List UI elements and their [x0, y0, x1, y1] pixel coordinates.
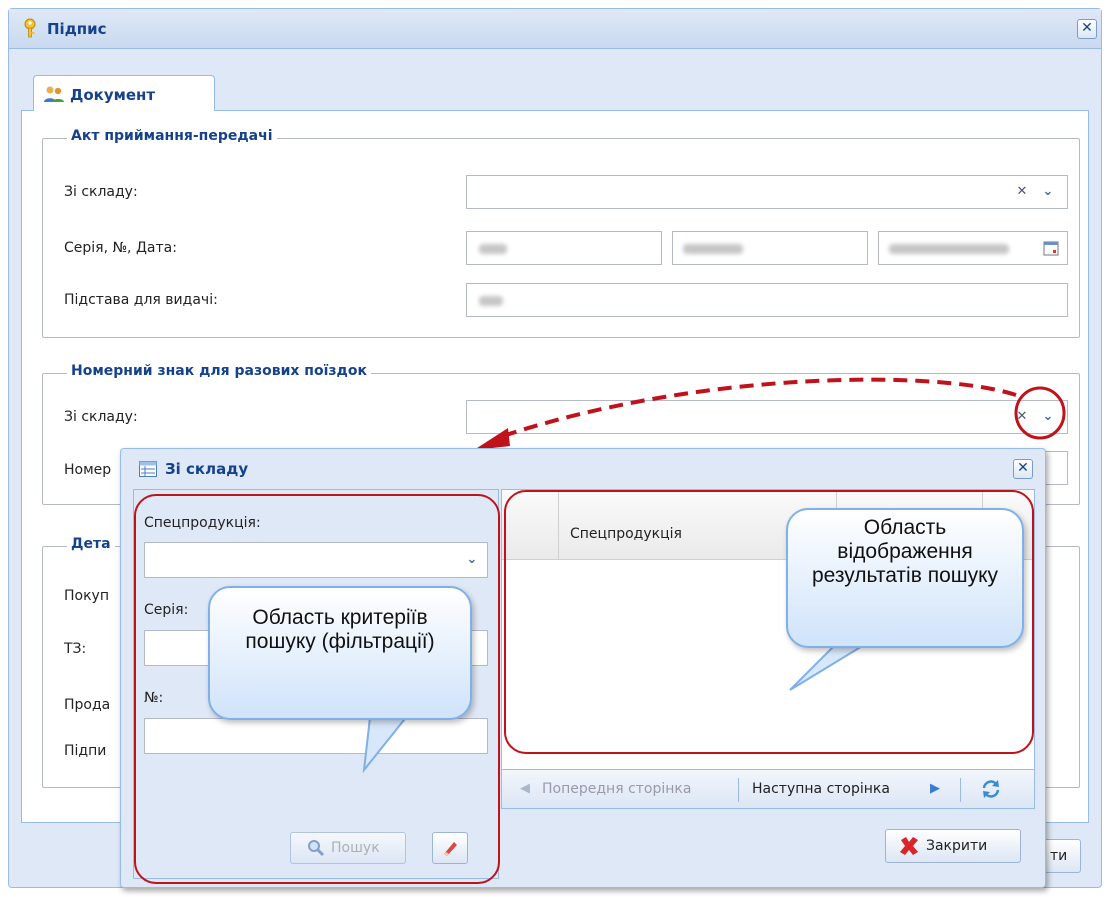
pager-separator [960, 778, 961, 802]
callout-results-area: Область відображення результатів пошуку [786, 508, 1024, 648]
red-x-icon [898, 835, 920, 857]
callout-results-text: Область відображення результатів пошуку [811, 516, 999, 587]
close-button[interactable]: Закрити [885, 829, 1021, 863]
refresh-icon[interactable] [980, 778, 1002, 800]
close-icon[interactable]: ✕ [1013, 459, 1033, 479]
callout-filter-text: Область критеріїв пошуку (фільтрації) [245, 606, 435, 653]
picker-title: Зі складу [165, 460, 249, 478]
next-page-icon[interactable]: ▶ [930, 781, 940, 796]
pager-separator [738, 778, 739, 802]
next-page-label[interactable]: Наступна сторінка [752, 781, 890, 797]
grid-icon [139, 461, 157, 477]
pagination-toolbar: ◀ Попередня сторінка Наступна сторінка ▶ [501, 769, 1035, 809]
prev-page-label[interactable]: Попередня сторінка [542, 781, 691, 797]
callout-filter-area: Область критеріїв пошуку (фільтрації) [208, 586, 472, 720]
picker-titlebar: Зі складу ✕ [121, 449, 1045, 489]
close-button-label: Закрити [926, 838, 988, 854]
prev-page-icon[interactable]: ◀ [520, 781, 530, 796]
